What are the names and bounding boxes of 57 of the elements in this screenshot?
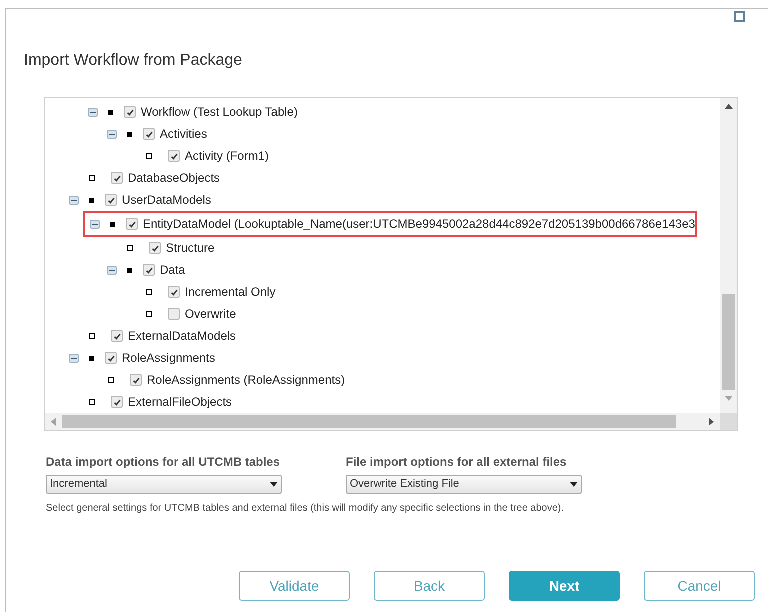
checkbox[interactable] xyxy=(105,352,117,364)
leaf-icon xyxy=(89,333,95,339)
tree-item-label[interactable]: Overwrite xyxy=(185,305,236,323)
tree-item-label[interactable]: Activities xyxy=(160,125,208,143)
tree-item-label[interactable]: RoleAssignments xyxy=(122,349,216,367)
tree-item-label[interactable]: Workflow (Test Lookup Table) xyxy=(141,103,298,121)
leaf-icon xyxy=(127,245,133,251)
horizontal-scrollbar[interactable] xyxy=(45,413,721,430)
scrollbar-thumb[interactable] xyxy=(722,294,735,390)
node-icon xyxy=(127,268,132,272)
scrollbar-thumb[interactable] xyxy=(62,415,676,428)
vertical-scrollbar[interactable] xyxy=(720,98,737,415)
checkbox[interactable] xyxy=(111,172,123,184)
tree-item-label[interactable]: EntityDataModel (Lookuptable_Name(user:UTCMBe9945002a28d44c892e7d205139b00d66786e143e3 xyxy=(143,215,696,233)
tree-item-label[interactable]: UserDataModels xyxy=(122,191,212,209)
help-text: Select general settings for UTCMB tables and external files (this will modify any specific selections in the tree above). xyxy=(46,502,566,516)
tree-item-label[interactable]: ExternalDataModels xyxy=(128,327,236,345)
checkbox[interactable] xyxy=(111,396,123,408)
node-icon xyxy=(110,222,115,226)
leaf-icon xyxy=(146,311,152,317)
checkbox[interactable] xyxy=(124,106,136,118)
leaf-icon xyxy=(89,399,95,405)
scroll-right-icon[interactable] xyxy=(709,418,714,426)
checkbox[interactable] xyxy=(130,374,142,386)
node-icon xyxy=(108,110,113,114)
dropdown[interactable]: Incremental xyxy=(46,475,282,494)
caret-icon xyxy=(570,482,578,487)
leaf-icon xyxy=(146,289,152,295)
checkbox[interactable] xyxy=(168,286,180,298)
tree-item-label[interactable]: Data xyxy=(160,261,186,279)
scroll-up-icon[interactable] xyxy=(724,104,732,109)
node-icon xyxy=(89,356,94,360)
checkbox[interactable] xyxy=(111,330,123,342)
maximize-icon[interactable] xyxy=(734,11,745,22)
tree-item-label[interactable]: ExternalFileObjects xyxy=(128,393,232,411)
tree-item-label[interactable]: Incremental Only xyxy=(185,283,276,301)
checkbox[interactable] xyxy=(143,128,155,140)
option-label: File import options for all external files xyxy=(346,454,567,471)
checkbox[interactable] xyxy=(149,242,161,254)
tree-item-label[interactable]: RoleAssignments (RoleAssignments) xyxy=(147,371,346,389)
checkbox[interactable] xyxy=(143,264,155,276)
dialog-title: Import Workflow from Package xyxy=(24,51,244,71)
option-label: Data import options for all UTCMB tables xyxy=(46,454,280,471)
checkbox[interactable] xyxy=(168,150,180,162)
caret-icon xyxy=(270,482,278,487)
checkbox[interactable] xyxy=(105,194,117,206)
leaf-icon xyxy=(89,175,95,181)
tree-item-label[interactable]: Activity (Form1) xyxy=(185,147,269,165)
checkbox[interactable] xyxy=(126,218,138,230)
tree-item-label[interactable]: Structure xyxy=(166,239,215,257)
dropdown[interactable]: Overwrite Existing File xyxy=(346,475,582,494)
checkbox[interactable] xyxy=(168,308,180,320)
node-icon xyxy=(127,132,132,136)
leaf-icon xyxy=(108,377,114,383)
node-icon xyxy=(89,198,94,202)
leaf-icon xyxy=(146,153,152,159)
tree-item-label[interactable]: DatabaseObjects xyxy=(128,169,220,187)
